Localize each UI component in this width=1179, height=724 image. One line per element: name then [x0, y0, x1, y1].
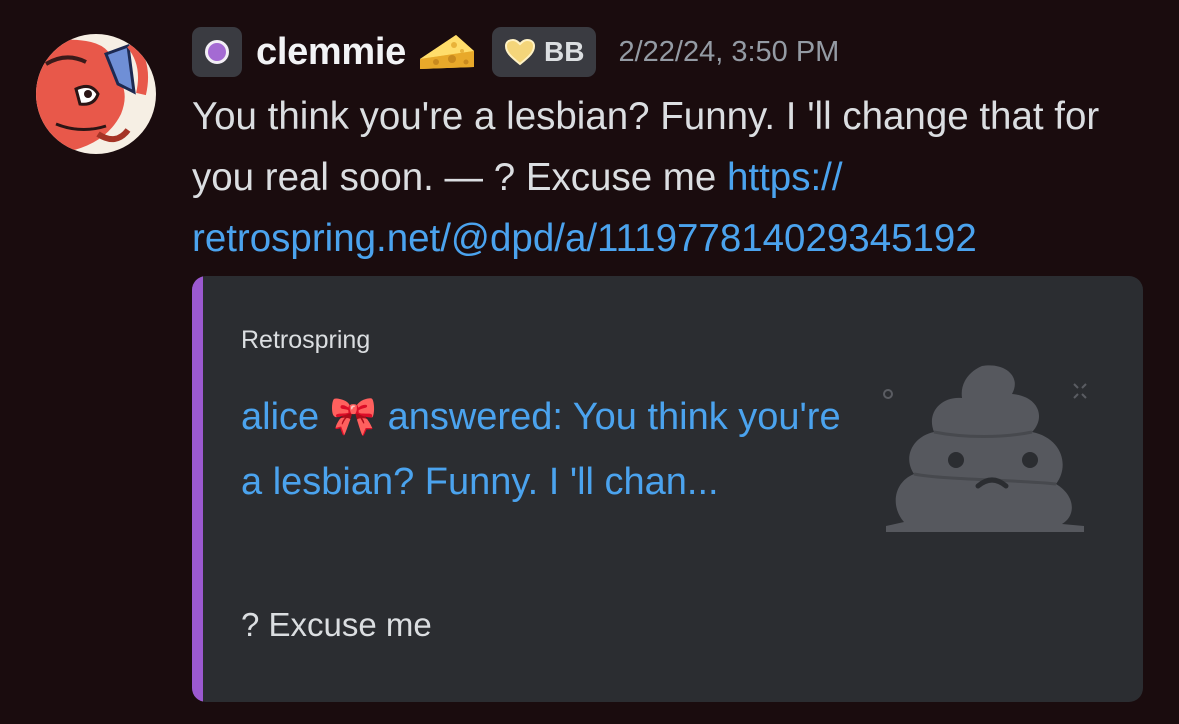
username[interactable]: clemmie	[256, 31, 406, 74]
purple-circle-icon[interactable]	[192, 27, 242, 77]
timestamp: 2/22/24, 3:50 PM	[618, 35, 840, 68]
embed-provider[interactable]: Retrospring	[241, 326, 370, 355]
chat-message: clemmie BB 2/22/24, 3:50 PM You think yo…	[0, 0, 1179, 724]
guild-tag[interactable]: BB	[492, 27, 597, 77]
cheese-wedge-icon	[420, 35, 474, 69]
heart-icon	[504, 38, 536, 66]
guild-tag-label: BB	[544, 36, 585, 67]
embed-title[interactable]: alice 🎀 answered: You think you're a les…	[241, 385, 841, 515]
avatar[interactable]	[36, 34, 156, 154]
sad-poop-icon[interactable]	[874, 356, 1104, 546]
message-header: clemmie BB 2/22/24, 3:50 PM	[192, 26, 839, 78]
link-embed: Retrospring alice 🎀 answered: You think …	[192, 276, 1143, 702]
embed-description: ? Excuse me	[241, 606, 432, 643]
message-text: You think you're a lesbian? Funny. I 'll…	[192, 95, 1100, 199]
message-content: You think you're a lesbian? Funny. I 'll…	[192, 86, 1152, 269]
embed-accent-bar	[192, 276, 203, 702]
